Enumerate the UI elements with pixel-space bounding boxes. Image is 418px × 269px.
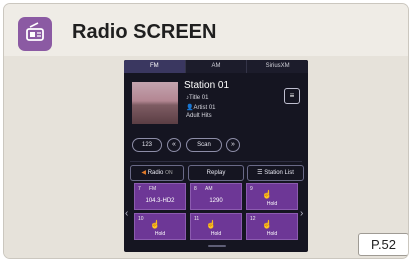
speaker-icon: ◀ <box>141 170 147 176</box>
page-indicator <box>208 245 226 247</box>
tab-fm[interactable]: FM <box>124 60 186 73</box>
replay-button[interactable]: Replay <box>188 165 244 181</box>
band-tabs: FM AM SiriusXM <box>124 60 308 73</box>
title-line: ♪Title 01 <box>186 95 209 101</box>
station-list-button[interactable]: ☰ Station List <box>247 165 304 181</box>
preset-grid: 7 FM 104.3-HD2 8 AM 1290 9 ☝ Hold 10 ☝ H… <box>134 183 298 241</box>
title-bar: Radio SCREEN <box>4 4 408 56</box>
page-reference: P.52 <box>358 233 408 256</box>
seek-forward-icon[interactable]: » <box>226 138 240 152</box>
direct-tune-button[interactable]: 123 <box>132 138 162 152</box>
radio-icon <box>18 17 52 51</box>
hand-icon: ☝ <box>206 220 216 229</box>
tab-siriusxm[interactable]: SiriusXM <box>247 60 308 73</box>
seek-back-icon[interactable]: « <box>167 138 181 152</box>
list-icon: ☰ <box>257 170 263 176</box>
preset-9[interactable]: 9 ☝ Hold <box>246 183 298 210</box>
genre-line: Adult Hits <box>186 113 212 119</box>
preset-10[interactable]: 10 ☝ Hold <box>134 213 186 240</box>
divider <box>130 161 302 162</box>
hand-icon: ☝ <box>150 220 160 229</box>
radio-source-button[interactable]: ◀ Radio ON <box>130 165 184 181</box>
station-art <box>132 82 178 124</box>
page-right-icon[interactable]: › <box>300 208 303 219</box>
scan-button[interactable]: Scan <box>186 138 222 152</box>
radio-display: FM AM SiriusXM Station 01 ♪Title 01 👤Art… <box>124 60 308 252</box>
radio-screen-card: Radio SCREEN FM AM SiriusXM Station 01 ♪… <box>3 3 409 259</box>
preset-12[interactable]: 12 ☝ Hold <box>246 213 298 240</box>
artist-line: 👤Artist 01 <box>186 105 216 111</box>
preset-7[interactable]: 7 FM 104.3-HD2 <box>134 183 186 210</box>
hand-icon: ☝ <box>262 220 272 229</box>
page-left-icon[interactable]: ‹ <box>125 208 128 219</box>
station-name: Station 01 <box>184 80 230 91</box>
preset-11[interactable]: 11 ☝ Hold <box>190 213 242 240</box>
equalizer-icon[interactable]: ≡ <box>284 88 300 104</box>
hand-icon: ☝ <box>262 190 272 199</box>
page-title: Radio SCREEN <box>72 21 217 43</box>
tab-am[interactable]: AM <box>186 60 248 73</box>
preset-8[interactable]: 8 AM 1290 <box>190 183 242 210</box>
